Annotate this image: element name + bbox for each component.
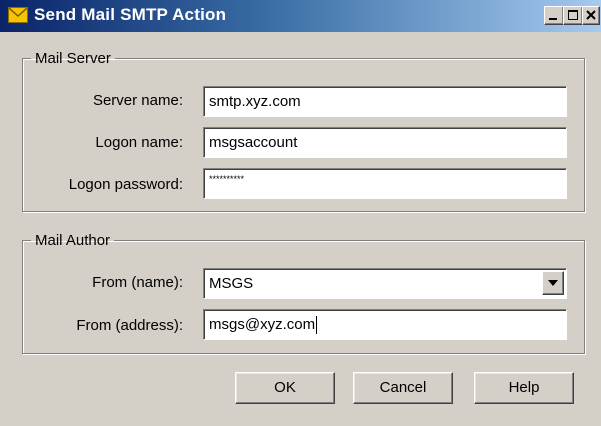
envelope-icon	[8, 7, 28, 23]
text-caret	[316, 316, 318, 335]
logon-name-field[interactable]: msgsaccount	[203, 127, 567, 158]
from-address-value: msgs@xyz.com	[209, 316, 316, 333]
mail-author-legend: Mail Author	[35, 232, 111, 249]
server-name-field[interactable]: smtp.xyz.com	[203, 86, 567, 117]
logon-password-field[interactable]: **********	[203, 168, 567, 199]
logon-password-label: Logon password:	[68, 176, 183, 193]
minimize-icon	[549, 18, 557, 20]
maximize-icon	[568, 10, 578, 20]
from-address-label: From (address):	[76, 317, 183, 334]
maximize-button[interactable]	[563, 6, 583, 25]
minimize-button[interactable]	[544, 6, 564, 25]
server-name-label: Server name:	[92, 92, 183, 109]
mail-server-legend: Mail Server	[35, 50, 111, 67]
chevron-down-icon	[548, 280, 558, 286]
cancel-button[interactable]: Cancel	[353, 372, 453, 404]
close-icon	[586, 10, 596, 20]
from-name-label: From (name):	[92, 274, 183, 291]
title-bar[interactable]: Send Mail SMTP Action	[0, 0, 601, 32]
window-title: Send Mail SMTP Action	[34, 5, 227, 24]
from-name-dropdown[interactable]: MSGS	[203, 268, 567, 299]
logon-name-label: Logon name:	[95, 134, 183, 151]
help-button[interactable]: Help	[474, 372, 574, 404]
ok-button[interactable]: OK	[235, 372, 335, 404]
close-button[interactable]	[582, 6, 600, 25]
dropdown-arrow-button[interactable]	[542, 271, 564, 295]
from-name-value: MSGS	[209, 275, 254, 292]
from-address-field[interactable]: msgs@xyz.com	[203, 309, 567, 340]
